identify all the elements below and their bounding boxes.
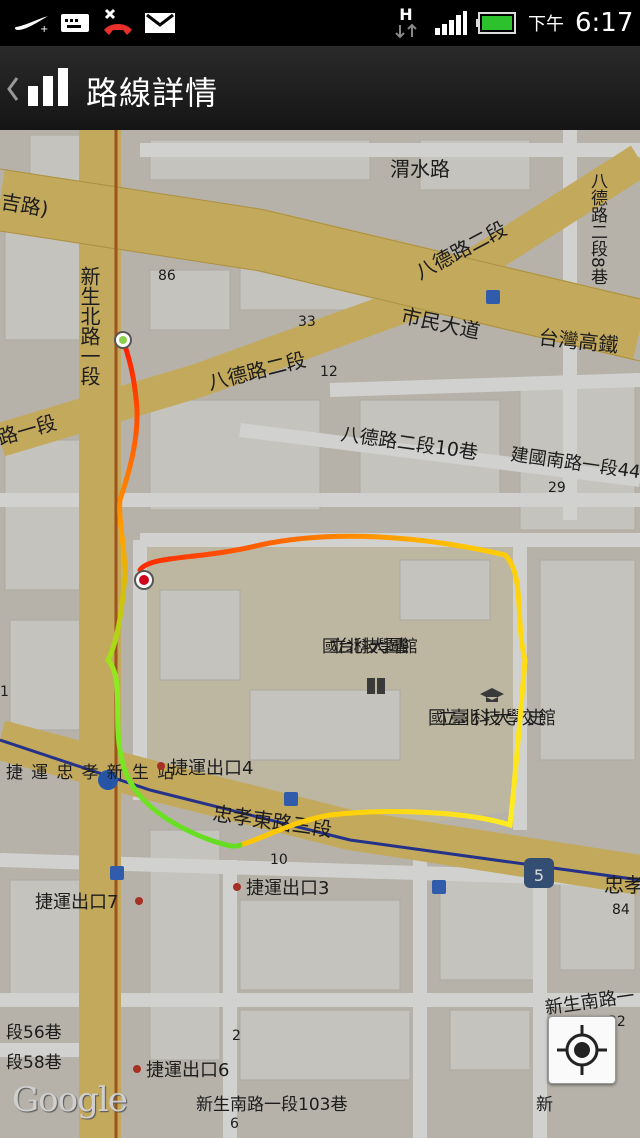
route-map[interactable]: 5 渭水路 新生北路一段 八德路二段 八德路二段 八德路二段10巷 八德路二段8… [0,130,640,1138]
signal-icon [434,0,468,46]
my-location-icon [557,1025,607,1075]
svg-text:+: + [40,24,48,33]
clock-time: 6:17 [575,8,634,38]
back-chevron-icon[interactable] [6,76,20,106]
my-location-button[interactable] [548,1016,616,1084]
gmail-icon [144,0,176,46]
network-type-label: H [399,5,413,24]
route-start-marker[interactable] [114,331,132,349]
keyboard-icon [60,0,90,46]
status-bar: + H 下午 6:17 [0,0,640,46]
missed-call-icon [100,0,136,46]
bar-chart-icon[interactable] [26,66,74,112]
route-end-marker[interactable] [134,570,154,590]
battery-icon [476,0,518,46]
map-canvas[interactable]: 5 渭水路 新生北路一段 八德路二段 八德路二段 八德路二段10巷 八德路二段8… [0,130,640,1138]
action-bar: 路線詳情 [0,46,640,132]
clock-ampm: 下午 [528,14,564,35]
hspa-icon: H [394,0,418,46]
page-title: 路線詳情 [86,74,219,112]
google-logo: Google [12,1080,128,1120]
nike-icon: + [14,0,50,46]
